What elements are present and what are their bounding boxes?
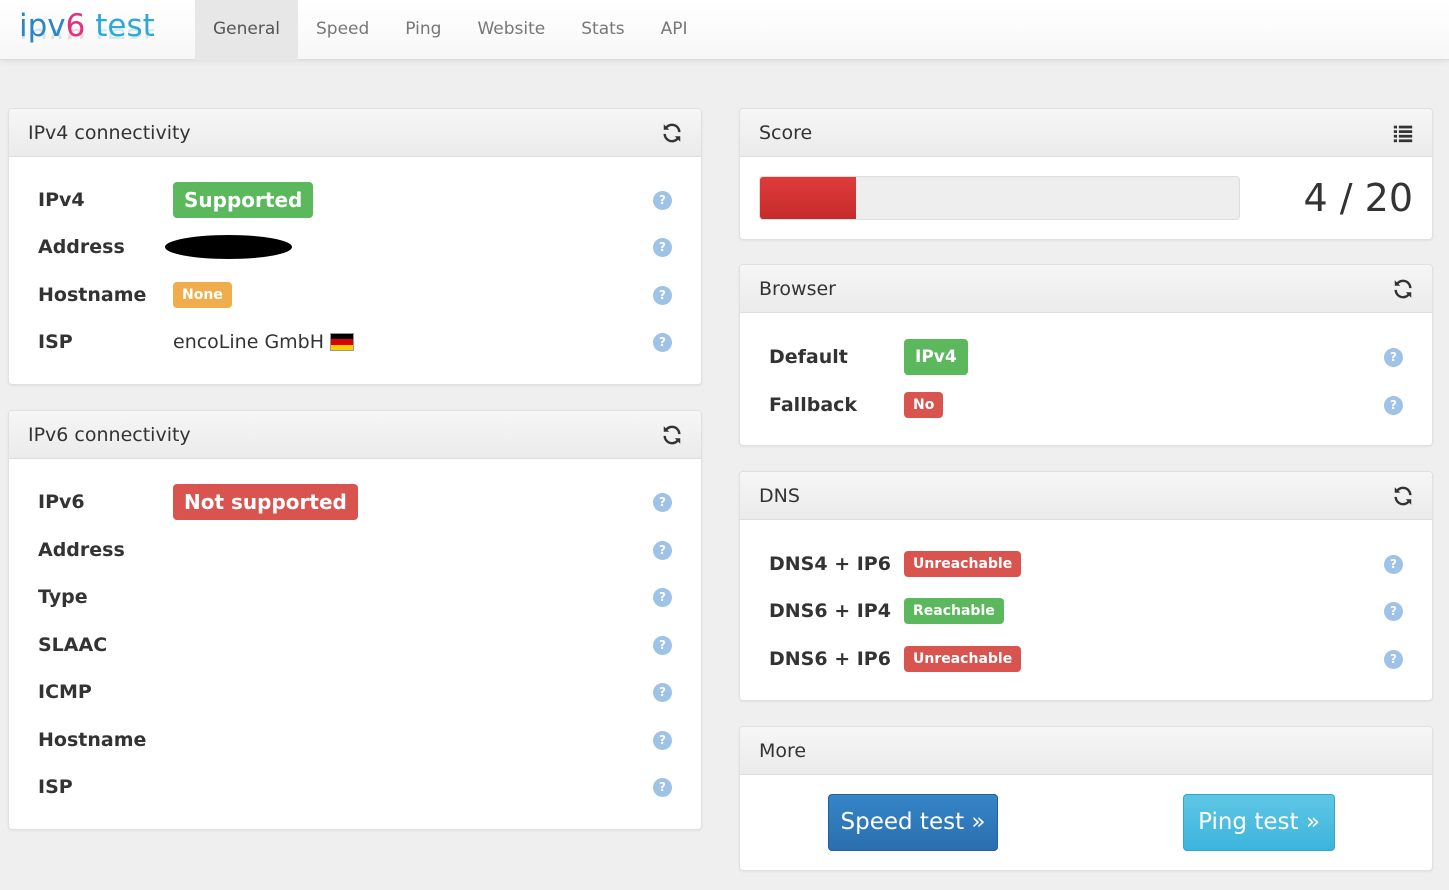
hostname-badge: None [173, 282, 232, 308]
help-icon[interactable]: ? [653, 778, 672, 797]
help-icon[interactable]: ? [653, 493, 672, 512]
row-label: Address [38, 539, 125, 561]
main-nav: General Speed Ping Website Stats API [195, 0, 706, 60]
refresh-icon[interactable] [1392, 485, 1414, 507]
ipv4-address-row: Address ? [38, 227, 672, 267]
help-icon[interactable]: ? [1384, 348, 1403, 367]
row-label: Type [38, 586, 88, 608]
row-label: Fallback [769, 394, 858, 416]
brand-logo[interactable]: ipv6 test ipv6 test [19, 6, 179, 58]
more-panel-heading: More [740, 727, 1432, 775]
default-badge: IPv4 [904, 339, 968, 375]
row-label: IPv4 [38, 189, 85, 211]
ipv6-panel: IPv6 connectivity IPv6 Not supported ? A… [8, 410, 702, 830]
dns-panel: DNS DNS4 + IP6 Unreachable ? DNS6 + IP4 … [739, 471, 1433, 701]
ipv6-panel-heading: IPv6 connectivity [9, 411, 701, 459]
ipv4-isp-row: ISP encoLine GmbH ? [38, 322, 672, 362]
ipv6-type-row: Type ? [38, 577, 672, 617]
row-label: Default [769, 346, 848, 368]
row-label: DNS4 + IP6 [769, 553, 891, 575]
row-label: ICMP [38, 681, 92, 703]
nav-website[interactable]: Website [459, 0, 563, 60]
help-icon[interactable]: ? [1384, 555, 1403, 574]
help-icon[interactable]: ? [653, 286, 672, 305]
row-label: ISP [38, 776, 73, 798]
ipv6-row: IPv6 Not supported ? [38, 482, 672, 522]
dns4-ip6-row: DNS4 + IP6 Unreachable ? [769, 544, 1403, 584]
nav-api[interactable]: API [643, 0, 706, 60]
help-icon[interactable]: ? [653, 588, 672, 607]
ipv4-panel: IPv4 connectivity IPv4 Supported ? Addre… [8, 108, 702, 385]
ipv6-isp-row: ISP ? [38, 767, 672, 807]
ipv4-panel-heading: IPv4 connectivity [9, 109, 701, 157]
row-label: Address [38, 236, 125, 258]
nav-speed[interactable]: Speed [298, 0, 387, 60]
browser-panel-heading: Browser [740, 265, 1432, 313]
ipv6-slaac-row: SLAAC ? [38, 625, 672, 665]
dns-panel-heading: DNS [740, 472, 1432, 520]
help-icon[interactable]: ? [653, 731, 672, 750]
panel-title: IPv4 connectivity [28, 122, 191, 144]
help-icon[interactable]: ? [653, 541, 672, 560]
refresh-icon[interactable] [1392, 278, 1414, 300]
panel-title: Score [759, 122, 813, 144]
isp-name: encoLine GmbH [173, 331, 325, 353]
dns-status-badge: Reachable [904, 598, 1004, 624]
score-progress-bar [759, 176, 1240, 220]
help-icon[interactable]: ? [1384, 602, 1403, 621]
dns-status-badge: Unreachable [904, 646, 1022, 672]
browser-panel: Browser Default IPv4 ? Fallback No ? [739, 264, 1433, 446]
brand-reflection: ipv6 test [19, 21, 155, 39]
speed-test-button[interactable]: Speed test » [828, 794, 998, 851]
redacted-address [165, 235, 292, 259]
dns-status-badge: Unreachable [904, 551, 1022, 577]
ipv4-status-badge: Supported [173, 182, 314, 218]
ipv4-row: IPv4 Supported ? [38, 180, 672, 220]
browser-fallback-row: Fallback No ? [769, 385, 1403, 425]
de-flag-icon [330, 333, 355, 351]
nav-stats[interactable]: Stats [563, 0, 642, 60]
row-label: DNS6 + IP4 [769, 600, 891, 622]
dns6-ip6-row: DNS6 + IP6 Unreachable ? [769, 639, 1403, 679]
navbar: ipv6 test ipv6 test General Speed Ping W… [0, 0, 1449, 60]
help-icon[interactable]: ? [653, 683, 672, 702]
nav-ping[interactable]: Ping [387, 0, 459, 60]
score-panel: Score 4 / 20 [739, 108, 1433, 240]
refresh-icon[interactable] [661, 424, 683, 446]
list-icon[interactable] [1392, 122, 1414, 144]
ipv6-hostname-row: Hostname ? [38, 720, 672, 760]
refresh-icon[interactable] [661, 122, 683, 144]
dns6-ip4-row: DNS6 + IP4 Reachable ? [769, 591, 1403, 631]
ping-test-button[interactable]: Ping test » [1183, 794, 1335, 851]
panel-title: More [759, 740, 807, 762]
nav-general[interactable]: General [195, 0, 298, 60]
ipv6-address-row: Address ? [38, 530, 672, 570]
help-icon[interactable]: ? [1384, 396, 1403, 415]
help-icon[interactable]: ? [1384, 650, 1403, 669]
row-label: Hostname [38, 284, 147, 306]
row-label: SLAAC [38, 634, 108, 656]
ipv6-status-badge: Not supported [173, 484, 358, 520]
score-progress-fill [760, 177, 856, 219]
score-value: 4 / 20 [1303, 176, 1414, 220]
help-icon[interactable]: ? [653, 333, 672, 352]
ipv4-hostname-row: Hostname None ? [38, 275, 672, 315]
score-panel-heading: Score [740, 109, 1432, 157]
ipv6-icmp-row: ICMP ? [38, 672, 672, 712]
more-panel: More Speed test » Ping test » [739, 726, 1433, 871]
row-label: ISP [38, 331, 73, 353]
row-label: DNS6 + IP6 [769, 648, 891, 670]
row-label: IPv6 [38, 491, 85, 513]
help-icon[interactable]: ? [653, 191, 672, 210]
help-icon[interactable]: ? [653, 238, 672, 257]
panel-title: DNS [759, 485, 800, 507]
row-label: Hostname [38, 729, 147, 751]
fallback-badge: No [904, 392, 944, 418]
help-icon[interactable]: ? [653, 636, 672, 655]
browser-default-row: Default IPv4 ? [769, 337, 1403, 377]
panel-title: IPv6 connectivity [28, 424, 191, 446]
panel-title: Browser [759, 278, 836, 300]
